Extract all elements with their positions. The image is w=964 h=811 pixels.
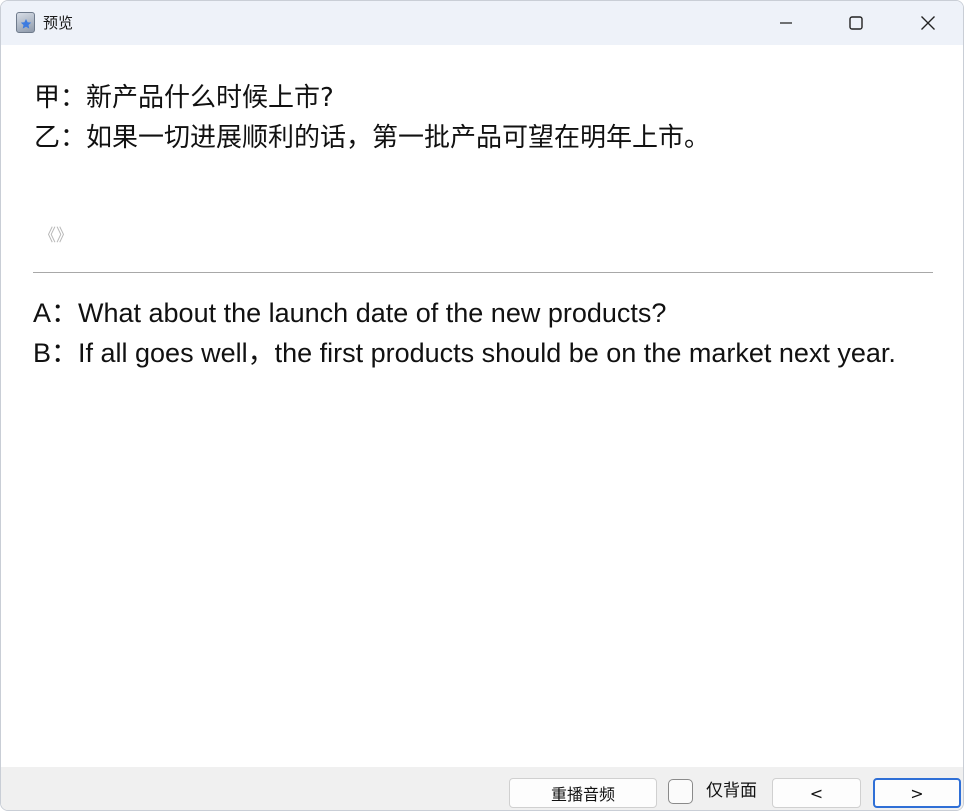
title-bar[interactable]: 预览 [1,1,963,45]
previous-button[interactable]: < [772,778,861,808]
preview-window: 预览 甲：新产品什么时候上市? 乙：如果一切进展顺利的话，第一批产品可望在明年上… [0,0,964,811]
quote-mark: 《》 [39,226,73,246]
back-only-checkbox[interactable] [668,779,693,804]
chinese-line-b: 乙：如果一切进展顺利的话，第一批产品可望在明年上市。 [34,123,711,153]
english-line-a: A：What about the launch date of the new … [33,298,667,328]
close-button[interactable] [893,1,963,45]
replay-audio-button[interactable]: 重播音频 [509,778,657,808]
window-title: 预览 [43,14,74,32]
maximize-icon [849,16,863,30]
app-icon [16,12,35,33]
chinese-line-a: 甲：新产品什么时候上市? [34,83,334,113]
next-button[interactable]: > [873,778,961,808]
back-only-label[interactable]: 仅背面 [706,780,757,802]
divider [33,272,933,273]
english-line-b: B：If all goes well，the first products sh… [33,338,896,368]
minimize-button[interactable] [751,1,821,45]
close-icon [921,16,935,30]
maximize-button[interactable] [821,1,891,45]
english-translation: A：What about the launch date of the new … [33,293,933,373]
bottom-toolbar: 重播音频 仅背面 < > [1,767,963,810]
minimize-icon [780,22,792,24]
